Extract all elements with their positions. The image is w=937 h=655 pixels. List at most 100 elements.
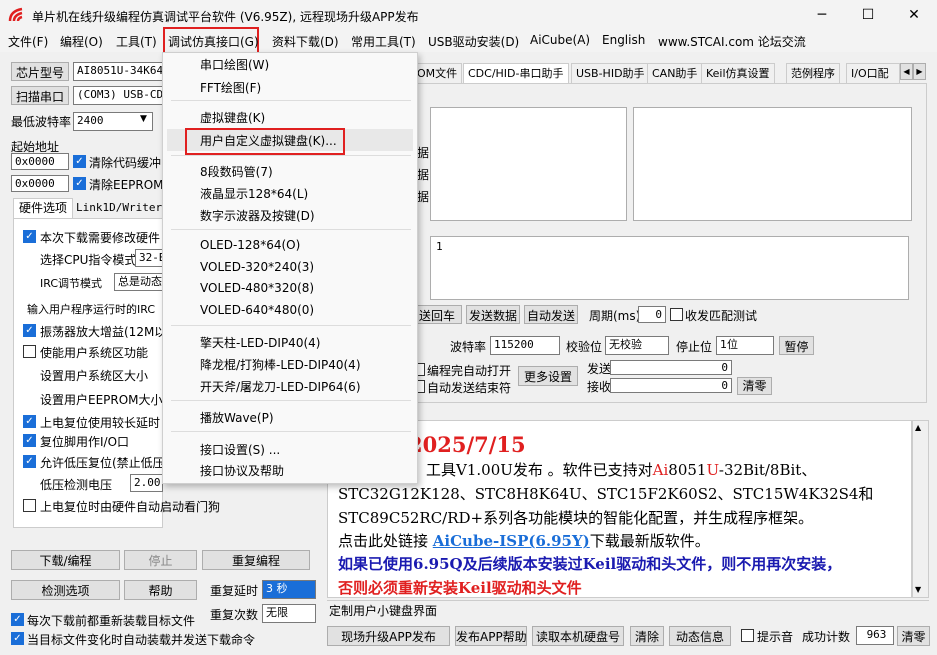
tab-link1d[interactable]: Link1D/Writer1 [76,201,169,214]
scroll-up-icon[interactable]: ▲ [915,423,921,432]
announcement-scrollbar[interactable]: ▲ ▼ [912,420,929,598]
period-input[interactable]: 0 [638,306,666,323]
cpu-mode-select[interactable]: 32-B [135,249,163,267]
publish-app-help-button[interactable]: 发布APP帮助 [455,626,527,646]
chip-model-select[interactable]: AI8051U-34K64 [73,62,163,81]
clear-success-count-button[interactable]: 清零 [897,626,930,646]
pause-button[interactable]: 暂停 [779,336,814,355]
menu-item-serial-plot[interactable]: 串口绘图(W) [200,56,269,73]
menu-file[interactable]: 文件(F) [8,33,48,50]
tab-can[interactable]: CAN助手 [647,63,703,83]
beep-checkbox[interactable] [741,629,754,642]
check-options-button[interactable]: 检测选项 [11,580,120,600]
clear-eeprom-checkbox[interactable]: ✓ [73,177,86,190]
tab-scroll-left-icon[interactable]: ◀ [900,63,913,80]
opt-watchdog-checkbox[interactable] [23,499,36,512]
tab-io-config[interactable]: I/O口配 [846,63,900,83]
menu-item-oled128x64[interactable]: OLED-128*64(O) [200,238,300,252]
scan-port-button[interactable]: 扫描串口 [11,86,69,105]
menu-item-protocol-help[interactable]: 接口协议及帮助 [200,462,284,479]
menu-program[interactable]: 编程(O) [60,33,103,50]
opt-lowv-reset-label: 允许低压复位(禁止低压 [40,456,165,470]
opt-modify-hw-checkbox[interactable]: ✓ [23,230,36,243]
tab-cdc-hid-serial[interactable]: CDC/HID-串口助手 [463,63,569,83]
menu-item-interface-settings[interactable]: 接口设置(S) ... [200,441,280,458]
menu-item-custom-keyboard[interactable]: 用户自定义虚拟键盘(K)... [200,132,337,149]
menu-item-fft-plot[interactable]: FFT绘图(F) [200,79,261,96]
menu-item-voled480x320[interactable]: VOLED-480*320(8) [200,281,314,295]
chevron-down-icon[interactable]: ▼ [140,114,147,124]
recv-count: 0 [610,378,732,393]
send-data-button[interactable]: 发送数据 [466,305,520,324]
menu-download[interactable]: 资料下载(D) [272,33,339,50]
chip-model-button[interactable]: 芯片型号 [11,62,69,81]
menu-item-led-dip40-a[interactable]: 擎天柱-LED-DIP40(4) [200,334,320,351]
menu-usb-driver[interactable]: USB驱动安装(D) [428,33,519,50]
stop-bits-select[interactable]: 1位 [716,336,774,355]
stop-button[interactable]: 停止 [124,550,197,570]
opt-reset-io-checkbox[interactable]: ✓ [23,434,36,447]
menu-item-voled640x480[interactable]: VOLED-640*480(0) [200,303,314,317]
receive-buffer[interactable] [430,236,909,300]
minimize-button[interactable]: ─ [799,0,845,30]
send-data-area[interactable] [430,107,627,221]
menu-aicube[interactable]: AiCube(A) [530,33,590,47]
recv-data-area[interactable] [633,107,912,221]
maximize-button[interactable]: ☐ [845,0,891,30]
recv-count-label: 接收 [587,380,612,394]
tab-om-file[interactable]: OM文件 [412,63,463,83]
auto-load-label: 当目标文件变化时自动装载并发送下载命令 [27,633,256,647]
clear-code-checkbox[interactable]: ✓ [73,155,86,168]
lowv-detect-select[interactable]: 2.00 [130,474,163,492]
repeat-delay-select[interactable]: 3 秒 [262,580,316,599]
menu-item-voled320x240[interactable]: VOLED-320*240(3) [200,260,314,274]
scroll-down-icon[interactable]: ▼ [915,585,921,594]
menu-item-oscilloscope[interactable]: 数字示波器及按键(D) [200,207,315,224]
menu-item-lcd128x64[interactable]: 液晶显示128*64(L) [200,185,308,202]
download-button[interactable]: 下载/编程 [11,550,120,570]
send-cr-button[interactable]: 送回车 [412,305,462,324]
repeat-program-button[interactable]: 重复编程 [202,550,310,570]
menu-item-virtual-keyboard[interactable]: 虚拟键盘(K) [200,109,265,126]
tab-keil-sim[interactable]: Keil仿真设置 [701,63,775,83]
clear-button[interactable]: 清除 [630,626,664,646]
announcement-line-5: 如果已使用6.95Q及后续版本安装过Keil驱动和头文件，则不用再次安装， [338,555,842,573]
baud-select[interactable]: 115200 [490,336,560,355]
menu-common-tools[interactable]: 常用工具(T) [351,33,416,50]
start-address-input[interactable]: 0x0000 [11,153,69,170]
tab-examples[interactable]: 范例程序 [786,63,840,83]
repeat-count-select[interactable]: 无限 [262,604,316,623]
opt-lowv-reset-checkbox[interactable]: ✓ [23,455,36,468]
read-disk-id-button[interactable]: 读取本机硬盘号 [532,626,624,646]
tab-hardware-options[interactable]: 硬件选项 [13,198,73,218]
menu-item-play-wave[interactable]: 播放Wave(P) [200,409,274,426]
repeat-delay-label: 重复延时 [210,584,259,598]
opt-long-delay-checkbox[interactable]: ✓ [23,415,36,428]
opt-osc-gain-checkbox[interactable]: ✓ [23,324,36,337]
more-settings-button[interactable]: 更多设置 [518,366,578,386]
remote-upgrade-button[interactable]: 现场升级APP发布 [327,626,450,646]
menu-tools[interactable]: 工具(T) [116,33,157,50]
menu-debug-interface[interactable]: 调试仿真接口(G) [168,33,259,50]
help-button[interactable]: 帮助 [124,580,197,600]
menu-forum[interactable]: www.STCAI.com 论坛交流 [658,33,806,50]
port-select[interactable]: (COM3) USB-CDC/ [73,86,163,105]
tab-usb-hid[interactable]: USB-HID助手 [571,63,650,83]
reload-target-checkbox[interactable]: ✓ [11,613,24,626]
menu-item-led-dip64[interactable]: 开天斧/屠龙刀-LED-DIP64(6) [200,378,361,395]
auto-load-checkbox[interactable]: ✓ [11,632,24,645]
clear-counts-button[interactable]: 清零 [737,377,772,395]
menu-item-7seg[interactable]: 8段数码管(7) [200,163,273,180]
auto-send-button[interactable]: 自动发送 [524,305,578,324]
close-button[interactable]: ✕ [891,0,937,30]
parity-select[interactable]: 无校验 [605,336,669,355]
tab-scroll-right-icon[interactable]: ▶ [913,63,926,80]
menu-english[interactable]: English [602,33,645,47]
dynamic-info-button[interactable]: 动态信息 [669,626,731,646]
menu-item-led-dip40-b[interactable]: 降龙棍/打狗棒-LED-DIP40(4) [200,356,361,373]
eeprom-address-input[interactable]: 0x0000 [11,175,69,192]
aicube-isp-link[interactable]: AiCube-ISP(6.95Y) [433,532,590,550]
match-test-checkbox[interactable] [670,308,683,321]
irc-mode-select[interactable]: 总是动态 [114,273,163,291]
opt-user-sys-checkbox[interactable] [23,345,36,358]
